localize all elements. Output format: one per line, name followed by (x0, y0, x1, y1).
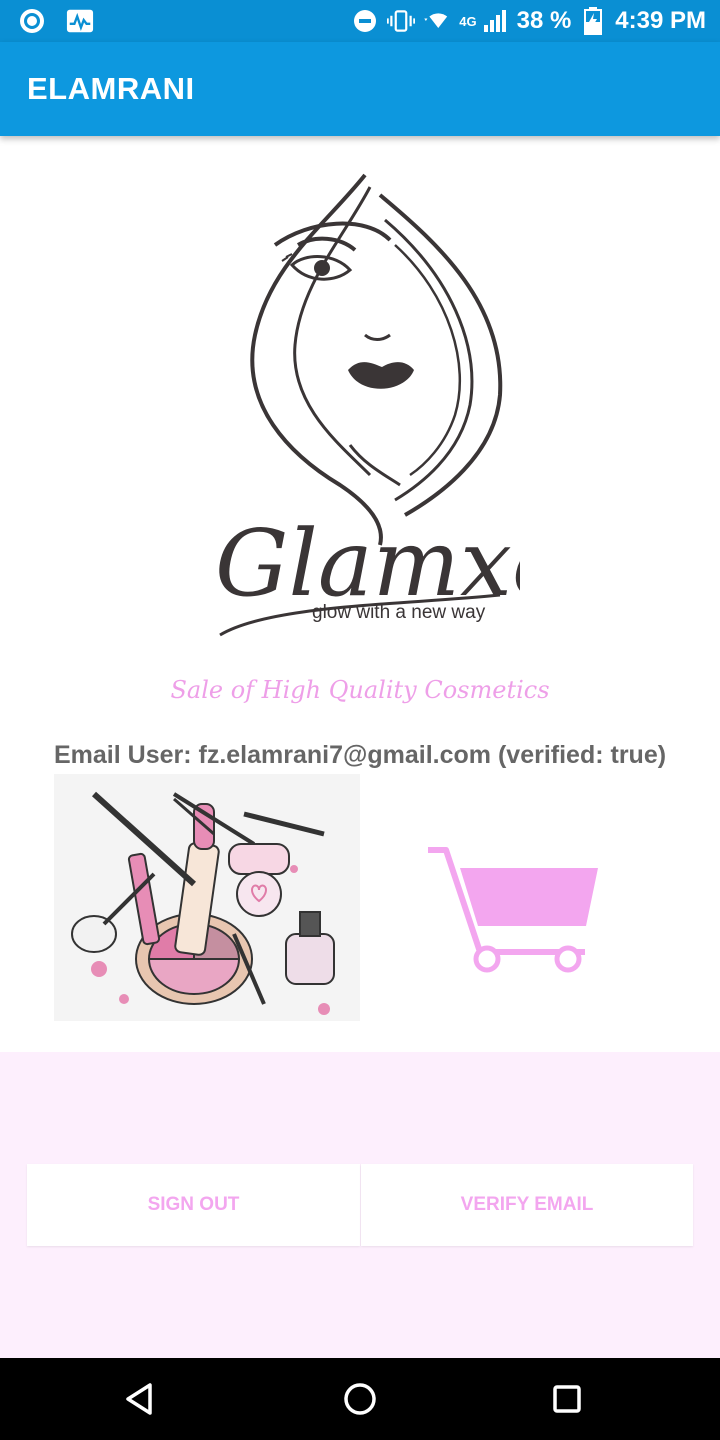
status-bar: 4G 38 % 4:39 PM (0, 0, 720, 42)
dnd-icon (351, 8, 379, 34)
glamxo-logo: Glamxo glow with a new way (200, 165, 567, 655)
clock: 4:39 PM (615, 7, 706, 34)
navigation-bar (0, 1358, 720, 1440)
home-icon[interactable] (340, 1379, 380, 1419)
tagline: Sale of High Quality Cosmetics (170, 676, 550, 704)
app-title: ELAMRANI (27, 71, 195, 106)
back-icon[interactable] (120, 1379, 160, 1419)
battery-icon (579, 7, 607, 35)
activity-icon (66, 8, 94, 34)
email-user-text: Email User: fz.elamrani7@gmail.com (veri… (54, 741, 667, 769)
logo-brand: Glamxo (215, 510, 520, 617)
sign-out-button[interactable]: SIGN OUT (27, 1164, 360, 1246)
signal-icon (481, 8, 509, 34)
record-icon (18, 8, 46, 34)
wifi-icon (423, 8, 451, 34)
actions-panel: SIGN OUT VERIFY EMAIL (0, 1052, 720, 1358)
cart-icon[interactable] (420, 842, 610, 977)
verify-email-button[interactable]: VERIFY EMAIL (361, 1164, 693, 1246)
vibrate-icon (387, 8, 416, 34)
network-type: 4G (459, 13, 477, 29)
cosmetics-image[interactable] (54, 774, 360, 1021)
battery-percent: 38 % (516, 7, 572, 34)
recents-icon[interactable] (547, 1379, 587, 1419)
app-bar: ELAMRANI (0, 42, 720, 136)
logo-slogan: glow with a new way (312, 602, 486, 623)
